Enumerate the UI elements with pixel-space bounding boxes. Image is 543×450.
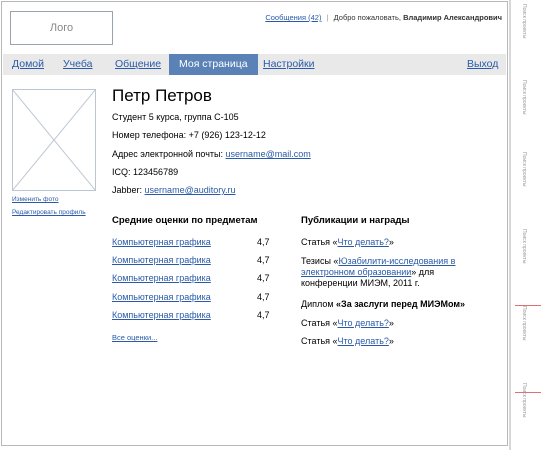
grade-subject-link[interactable]: Компьютерная графика [112,255,211,265]
icq-label: ICQ: [112,167,131,177]
email-label: Адрес электронной почты: [112,149,224,159]
publication-suffix: » для [411,267,435,277]
jabber-row: Jabber: username@auditory.ru [112,185,236,195]
profile-name: Петр Петров [112,86,212,105]
award-title: «За заслуги перед МИЭМом» [336,299,466,309]
right-annotation-rail: Поиск проекты Поиск проекты Поиск проект… [509,0,543,450]
avatar-placeholder [12,89,96,191]
grade-row: Компьютерная графика 4,7 [112,292,272,302]
publication-link[interactable]: Что делать? [338,237,389,247]
nav-logout[interactable]: Выход [467,54,498,75]
rail-label: Поиск проекты [521,4,527,39]
publication-prefix: Статья « [301,318,338,328]
header-userbar: Сообщения (42) | Добро пожаловать, Влади… [265,13,502,22]
rail-label: Поиск проекты [521,229,527,264]
student-info: Студент 5 курса, группа С-105 [112,112,239,122]
main-nav: Домой Учеба Общение Моя страница Настрой… [3,54,506,75]
publication-link[interactable]: электронном образовании [301,267,411,277]
grade-value: 4,7 [257,310,270,320]
rail-label: Поиск проекты [521,383,527,418]
publication-item: Тезисы «Юзабилити-исследования в электро… [301,256,455,289]
publication-note: конференции МИЭМ, 2011 г. [301,278,420,288]
grade-subject-link[interactable]: Компьютерная графика [112,310,211,320]
nav-settings[interactable]: Настройки [263,54,315,75]
publication-prefix: Статья « [301,237,338,247]
phone-row: Номер телефона: +7 (926) 123-12-12 [112,130,266,140]
publication-prefix: Диплом [301,299,337,309]
logo[interactable]: Лого [10,11,113,45]
publication-item: Статья «Что делать?» [301,336,394,347]
publication-item: Диплом «За заслуги перед МИЭМом» [301,299,465,310]
user-name: Владимир Александрович [403,13,502,22]
grade-value: 4,7 [257,237,270,247]
nav-social[interactable]: Общение [115,54,161,75]
grade-subject-link[interactable]: Компьютерная графика [112,273,211,283]
header-separator: | [326,13,329,22]
publication-suffix: » [388,336,394,346]
phone-value: +7 (926) 123-12-12 [188,130,266,140]
publication-prefix: Тезисы « [301,256,339,266]
edit-profile-link[interactable]: Редактировать профиль [12,209,86,216]
publication-link[interactable]: Юзабилити-исследования в [338,256,455,266]
rail-marker [515,305,541,306]
rail-bar [509,0,511,450]
grade-subject-link[interactable]: Компьютерная графика [112,292,211,302]
rail-label: Поиск проекты [521,152,527,187]
rail-label: Поиск проекты [521,80,527,115]
messages-link[interactable]: Сообщения (42) [265,13,321,22]
publication-prefix: Статья « [301,336,338,346]
grade-value: 4,7 [257,255,270,265]
email-link[interactable]: username@mail.com [226,149,311,159]
grade-row: Компьютерная графика 4,7 [112,255,272,265]
grade-row: Компьютерная графика 4,7 [112,273,272,283]
nav-home[interactable]: Домой [12,54,44,75]
phone-label: Номер телефона: [112,130,187,140]
jabber-label: Jabber: [112,185,143,195]
publication-item: Статья «Что делать?» [301,318,394,329]
publication-link[interactable]: Что делать? [338,318,389,328]
email-row: Адрес электронной почты: username@mail.c… [112,149,311,159]
nav-my-page[interactable]: Моя страница [169,54,258,75]
nav-study[interactable]: Учеба [63,54,92,75]
grade-row: Компьютерная графика 4,7 [112,237,272,247]
publication-item: Статья «Что делать?» [301,237,394,248]
change-photo-link[interactable]: Изменить фото [12,196,58,203]
publication-suffix: » [388,237,394,247]
publication-suffix: » [388,318,394,328]
publications-title: Публикации и награды [301,215,410,226]
grade-subject-link[interactable]: Компьютерная графика [112,237,211,247]
publication-link[interactable]: Что делать? [338,336,389,346]
grades-title: Средние оценки по предметам [112,215,258,226]
rail-label: Поиск проекты [521,306,527,341]
icq-value: 123456789 [133,167,179,177]
grade-row: Компьютерная графика 4,7 [112,310,272,320]
grade-value: 4,7 [257,273,270,283]
greeting-text: Добро пожаловать, [333,13,401,22]
jabber-link[interactable]: username@auditory.ru [145,185,236,195]
rail-marker [515,392,541,393]
icq-row: ICQ: 123456789 [112,167,178,177]
all-grades-link[interactable]: Все оценки... [112,333,157,342]
grade-value: 4,7 [257,292,270,302]
